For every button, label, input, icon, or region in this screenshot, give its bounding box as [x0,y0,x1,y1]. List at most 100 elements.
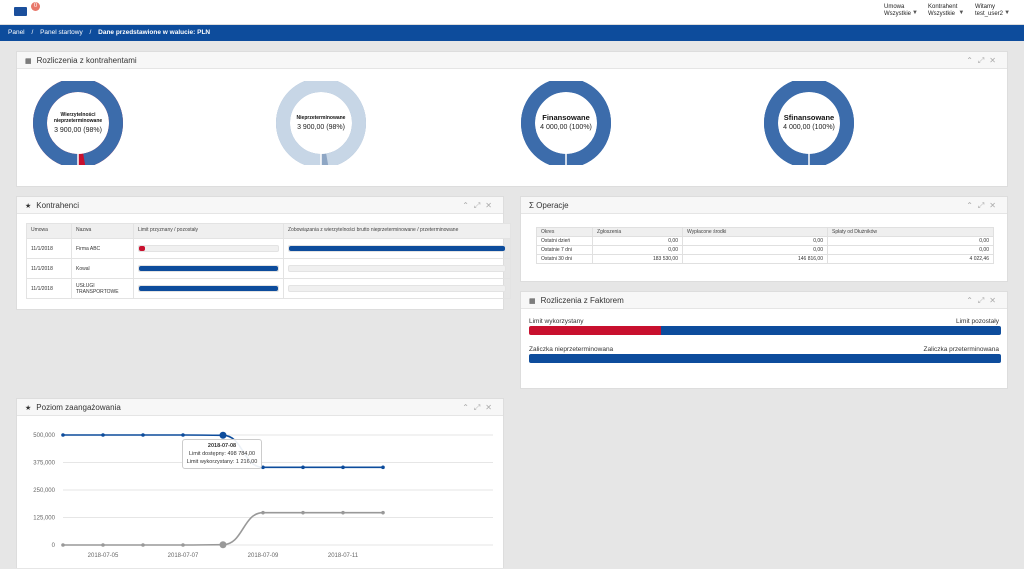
breadcrumb-item-panel[interactable]: Panel [8,29,25,36]
breadcrumb-item-currency: Dane przedstawione w walucie: PLN [98,29,211,36]
notification-badge[interactable]: 0 [31,2,40,11]
x-tick-label: 2018-07-09 [248,553,279,559]
progress-track [138,245,279,252]
expand-icon[interactable]: ⤢ [474,201,485,210]
column-header: Wypłacone środki [682,227,828,237]
limit-used-fill [529,326,662,335]
close-icon[interactable]: ✕ [485,403,497,412]
panel-header: ▦ Rozliczenia z kontrahentami ⌃⤢✕ [17,52,1007,69]
close-icon[interactable]: ✕ [989,296,1001,305]
panel-title: Kontrahenci [36,201,79,210]
donut-value: 4 000,00 (100%) [783,124,835,131]
column-header[interactable]: Nazwa [71,223,134,239]
y-tick-label: 500,000 [33,433,55,439]
donut-chart[interactable]: Sfinansowane 4 000,00 (100%) [762,78,856,168]
expand-icon[interactable]: ⤢ [474,403,485,412]
expand-icon[interactable]: ⤢ [978,201,989,210]
table-row: Ostatni 30 dni 183 530,00 146 816,00 4 022,… [536,254,994,264]
y-tick-label: 375,000 [33,461,55,467]
limit-used-label: Limit wykorzystany [529,318,584,325]
table-row[interactable]: 11/1/2018 Kowal [26,258,511,279]
loan-progress-bar [529,354,1001,363]
limit-cell [133,258,284,279]
user-menu-value: test_user2 [975,11,1004,17]
contractors-panel: ★ Kontrahenci ⌃⤢✕ Umowa Nazwa Limit przyz… [16,196,511,310]
contractor-selector-value: Wszystkie [928,11,955,17]
amount-cell: 146 816,00 [682,254,828,264]
chevron-down-icon: ▼ [1004,10,1011,16]
panel-title: Rozliczenia z kontrahentami [36,56,137,65]
progress-track [138,265,279,272]
user-menu[interactable]: Witamy test_user2 ▼ [975,4,1010,18]
close-icon[interactable]: ✕ [485,201,497,210]
data-point [219,431,227,439]
obligations-cell [283,258,511,279]
settlements-panel: ▦ Rozliczenia z kontrahentami ⌃⤢✕ Wierzyt… [16,51,1008,187]
trophy-icon: ★ [25,203,32,210]
x-tick-label: 2018-07-07 [168,553,199,559]
x-tick-label: 2018-07-11 [328,553,359,559]
expand-icon[interactable]: ⤢ [978,56,989,65]
user-menu-label: Witamy [975,4,995,10]
amount-cell: 0,00 [827,236,994,246]
donut-chart[interactable]: Finansowane 4 000,00 (100%) [519,78,613,168]
mail-icon[interactable] [14,7,27,16]
chevron-down-icon: ▼ [958,10,965,16]
amount-cell: 0,00 [592,245,683,255]
collapse-icon[interactable]: ⌃ [462,403,474,412]
panel-title: Σ Operacje [529,201,569,210]
contract-cell: 11/1/2018 [26,238,72,259]
collapse-icon[interactable]: ⌃ [462,201,474,210]
column-header[interactable]: Limit przyznany / pozostały [133,223,284,239]
panel-header: ★ Kontrahenci ⌃⤢✕ [17,197,503,214]
collapse-icon[interactable]: ⌃ [966,56,978,65]
period-cell: Ostatni 30 dni [536,254,593,264]
x-tick-label: 2018-07-05 [88,553,119,559]
operations-table: Okres Zgłoszenia Wypłacone środki Spłaty… [536,227,994,264]
data-point [381,465,385,470]
collapse-icon[interactable]: ⌃ [966,296,978,305]
column-header: Spłaty od Dłużników [827,227,994,237]
donut-chart[interactable]: Wierzytelności nieprzeterminowane 3 900,0… [31,78,125,168]
name-cell: USŁUGI TRANSPORTOWE [71,278,134,299]
progress-track [288,245,506,252]
table-row: Ostatni dzień 0,00 0,00 0,00 [536,236,994,246]
amount-cell: 0,00 [827,245,994,255]
contractor-selector-label: Kontrahent [928,4,958,10]
factor-panel: ▦ Rozliczenia z Faktorem ⌃⤢✕ Limit wykorz… [520,291,1008,389]
y-tick-label: 0 [52,543,56,549]
table-row[interactable]: 11/1/2018 Firma ABC [26,238,511,259]
engagement-panel: ★ Poziom zaangażowania ⌃⤢✕ 0 125,000 250,00… [16,398,504,568]
collapse-icon[interactable]: ⌃ [966,201,978,210]
loan-unexpired-fill [529,354,1001,363]
table-row[interactable]: 11/1/2018 USŁUGI TRANSPORTOWE [26,278,511,299]
trophy-icon: ★ [25,405,32,412]
progress-track [288,265,506,272]
progress-fill [139,246,145,251]
y-tick-label: 250,000 [33,488,55,494]
loan-expired-label: Zaliczka przeterminowana [923,346,999,353]
contractor-selector[interactable]: Kontrahent Wszystkie ▼ [928,4,964,18]
expand-icon[interactable]: ⤢ [978,296,989,305]
panel-title: Poziom zaangażowania [36,403,121,412]
contract-cell: 11/1/2018 [26,258,72,279]
data-point [61,543,65,547]
close-icon[interactable]: ✕ [989,56,1001,65]
panel-title: Rozliczenia z Faktorem [540,296,624,305]
donut-chart[interactable]: Nieprzeterminowane 3 900,00 (98%) [274,78,368,168]
breadcrumb-item-dashboard[interactable]: Panel startowy [40,29,83,36]
donut-title: Sfinansowane [783,113,835,122]
data-point [381,510,385,515]
amount-cell: 183 530,00 [592,254,683,264]
donut-title: Finansowane [542,113,590,122]
tooltip-date: 2018-07-08 [207,443,237,449]
column-header[interactable]: Umowa [26,223,72,239]
progress-track [288,285,506,292]
column-header[interactable]: Zobowiązania z wierzytelności brutto nie… [283,223,511,239]
column-header: Okres [536,227,593,237]
limit-progress-bar [529,326,1001,335]
limit-cell [133,278,284,299]
amount-cell: 4 022,46 [827,254,994,264]
close-icon[interactable]: ✕ [989,201,1001,210]
contract-selector[interactable]: Umowa Wszystkie ▼ [884,4,918,18]
